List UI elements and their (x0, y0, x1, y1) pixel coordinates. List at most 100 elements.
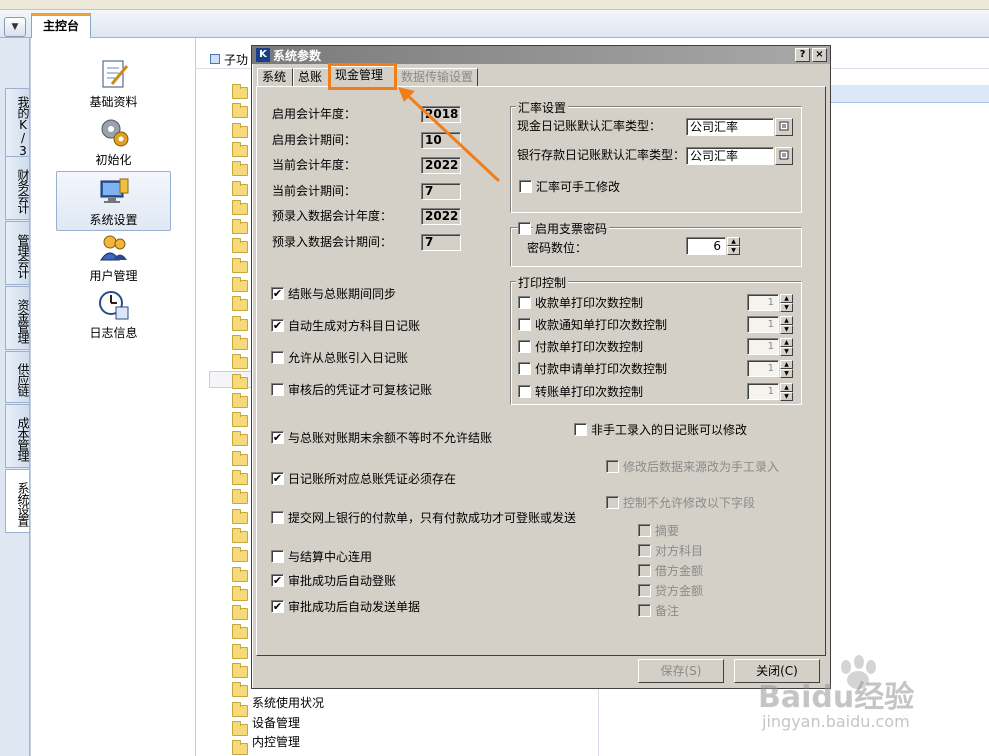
checkbox[interactable] (518, 222, 531, 235)
dropdown-button[interactable]: ▼ (4, 17, 26, 37)
checkbox[interactable] (271, 550, 284, 563)
folder-icon (232, 296, 248, 311)
checkbox-label: 备注 (655, 604, 680, 618)
folder-icon (232, 393, 248, 408)
checkbox[interactable] (638, 544, 651, 557)
tree-header-label: 子功 (224, 53, 249, 67)
print-count-input[interactable]: 1 (747, 338, 779, 355)
checkbox[interactable] (518, 340, 531, 353)
dialog-titlebar[interactable] (252, 46, 830, 64)
field-label: 银行存款日记账默认汇率类型： (517, 148, 686, 162)
bank-rate-type-input[interactable]: 公司汇率 (686, 147, 774, 165)
checkbox-label: 非手工录入的日记账可以修改 (591, 423, 748, 437)
group-title: 汇率设置 (516, 99, 569, 116)
k3-logo-icon: K (256, 48, 270, 62)
tab-system[interactable]: 系统 (257, 68, 293, 87)
document-pen-icon (98, 58, 130, 90)
checkbox[interactable] (519, 180, 532, 193)
checkbox[interactable] (518, 318, 531, 331)
password-digits-input[interactable]: 6 (686, 237, 726, 255)
vtab-finance[interactable]: 财务会计 (5, 156, 30, 220)
module-basic-data[interactable]: 基础资料 (56, 58, 171, 116)
tree-item-label[interactable]: 系统使用状况 (252, 694, 324, 711)
vtab-management-accounting[interactable]: 管理会计 (5, 221, 30, 285)
checkbox-label: 收款通知单打印次数控制 (535, 318, 668, 332)
checkbox[interactable]: ✔ (271, 287, 284, 300)
folder-icon (232, 682, 248, 697)
help-button[interactable]: ? (795, 48, 810, 62)
folder-icon (232, 335, 248, 350)
module-label: 基础资料 (89, 95, 138, 109)
checkbox-label: 控制不允许修改以下字段 (623, 496, 756, 510)
folder-icon (232, 103, 248, 118)
checkbox[interactable] (638, 524, 651, 537)
spinner-icon[interactable]: ▲ ▼ (780, 294, 793, 312)
tab-general-ledger[interactable]: 总账 (293, 68, 329, 87)
folder-icon (232, 567, 248, 582)
checkbox[interactable]: ✔ (271, 472, 284, 485)
checkbox[interactable] (638, 604, 651, 617)
highlight-box (328, 63, 397, 90)
field-label: 启用会计期间： (272, 133, 357, 147)
checkbox[interactable] (638, 584, 651, 597)
spinner-icon[interactable]: ▲ ▼ (780, 360, 793, 378)
spinner-icon[interactable]: ▲ ▼ (727, 237, 740, 255)
cash-rate-type-input[interactable]: 公司汇率 (686, 118, 774, 136)
module-label: 日志信息 (89, 326, 138, 340)
folder-icon (232, 740, 248, 755)
annotation-arrow (398, 87, 501, 183)
checkbox-label: 与结算中心连用 (288, 550, 373, 564)
tree-item-label[interactable]: 内控管理 (252, 733, 300, 750)
checkbox[interactable] (271, 511, 284, 524)
module-user-management[interactable]: 用户管理 (56, 232, 171, 290)
spinner-icon[interactable]: ▲ ▼ (780, 338, 793, 356)
checkbox-label: 贷方金额 (655, 584, 704, 598)
vtab-cost-management[interactable]: 成本管理 (5, 404, 30, 468)
close-icon[interactable]: × (812, 48, 827, 62)
module-system-settings[interactable]: 系统设置 (56, 171, 171, 231)
checkbox[interactable]: ✔ (271, 319, 284, 332)
print-count-input[interactable]: 1 (747, 360, 779, 377)
module-initialization[interactable]: 初始化 (56, 116, 171, 174)
checkbox[interactable] (606, 460, 619, 473)
checkbox[interactable]: ✔ (271, 574, 284, 587)
checkbox[interactable] (606, 496, 619, 509)
main-console-tab[interactable]: 主控台 (31, 13, 91, 38)
lookup-icon[interactable] (775, 118, 793, 136)
spinner-icon[interactable]: ▲ ▼ (780, 383, 793, 401)
lookup-icon[interactable] (775, 147, 793, 165)
checkbox[interactable] (271, 351, 284, 364)
save-button[interactable]: 保存(S) (638, 659, 724, 683)
folder-icon (232, 354, 248, 369)
vtab-system-settings[interactable]: 系统设置 (5, 469, 30, 533)
checkbox-label: 自动生成对方科目日记账 (288, 319, 421, 333)
print-count-input[interactable]: 1 (747, 316, 779, 333)
print-count-input[interactable]: 1 (747, 383, 779, 400)
checkbox[interactable] (518, 362, 531, 375)
checkbox[interactable] (574, 423, 587, 436)
checkbox-label: 审批成功后自动发送单据 (288, 600, 421, 614)
checkbox[interactable] (518, 385, 531, 398)
folder-icon (232, 586, 248, 601)
checkbox[interactable] (271, 383, 284, 396)
monitor-settings-icon (98, 176, 130, 208)
folder-icon (232, 721, 248, 736)
vtab-fund-management[interactable]: 资金管理 (5, 286, 30, 350)
vtab-supply-chain[interactable]: 供应链 (5, 351, 30, 403)
checkbox[interactable]: ✔ (271, 431, 284, 444)
current-period-field: 7 (421, 183, 461, 200)
tree-header-icon (210, 54, 220, 64)
checkbox[interactable]: ✔ (271, 600, 284, 613)
checkbox[interactable] (638, 564, 651, 577)
spinner-icon[interactable]: ▲ ▼ (780, 316, 793, 334)
checkbox[interactable] (518, 296, 531, 309)
checkbox-label: 摘要 (655, 524, 680, 538)
checkbox-label: 转账单打印次数控制 (535, 385, 644, 399)
module-log-info[interactable]: 日志信息 (56, 289, 171, 347)
vtab-my-k3[interactable]: 我的K/3 (5, 88, 30, 160)
checkbox-label: 付款单打印次数控制 (535, 340, 644, 354)
folder-icon (232, 123, 248, 138)
folder-icon (232, 547, 248, 562)
tree-item-label[interactable]: 设备管理 (252, 714, 300, 731)
print-count-input[interactable]: 1 (747, 294, 779, 311)
